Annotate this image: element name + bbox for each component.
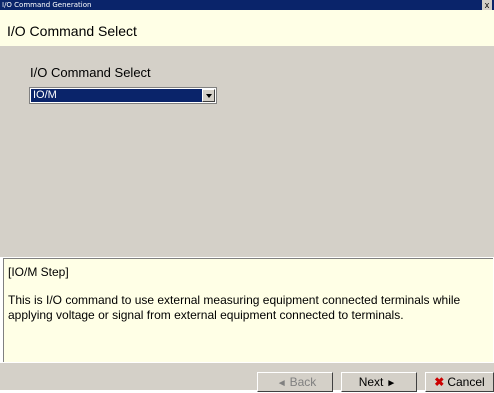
footer-bar: ◄ Back Next ► ✖ Cancel: [0, 362, 494, 392]
back-arrow-icon: ◄: [276, 378, 287, 389]
back-button[interactable]: ◄ Back: [257, 372, 333, 392]
selected-value[interactable]: IO/M: [31, 89, 203, 102]
cancel-button-label: Cancel: [447, 375, 485, 389]
page-title: I/O Command Select: [7, 23, 137, 39]
dropdown-button[interactable]: [202, 89, 215, 102]
window-titlebar: I/O Command Generation x: [0, 0, 494, 10]
back-button-label: Back: [289, 375, 317, 389]
cancel-button[interactable]: ✖ Cancel: [425, 372, 494, 392]
io-command-select-dropdown[interactable]: IO/M: [29, 87, 217, 104]
description-body: This is I/O command to use external meas…: [8, 293, 461, 322]
next-button-label: Next: [358, 375, 384, 389]
description-panel: [IO/M Step] This is I/O command to use e…: [3, 258, 493, 362]
description-title: [IO/M Step]: [8, 265, 69, 279]
close-icon[interactable]: x: [482, 0, 492, 10]
next-button[interactable]: Next ►: [341, 372, 417, 392]
io-command-select-label: I/O Command Select: [30, 65, 151, 80]
chevron-down-icon: [206, 94, 212, 98]
next-arrow-icon: ►: [386, 378, 397, 389]
window-title: I/O Command Generation: [2, 1, 92, 9]
page-header: I/O Command Select: [0, 10, 494, 46]
cancel-x-icon: ✖: [434, 375, 445, 389]
main-panel: I/O Command Select IO/M: [0, 46, 494, 257]
